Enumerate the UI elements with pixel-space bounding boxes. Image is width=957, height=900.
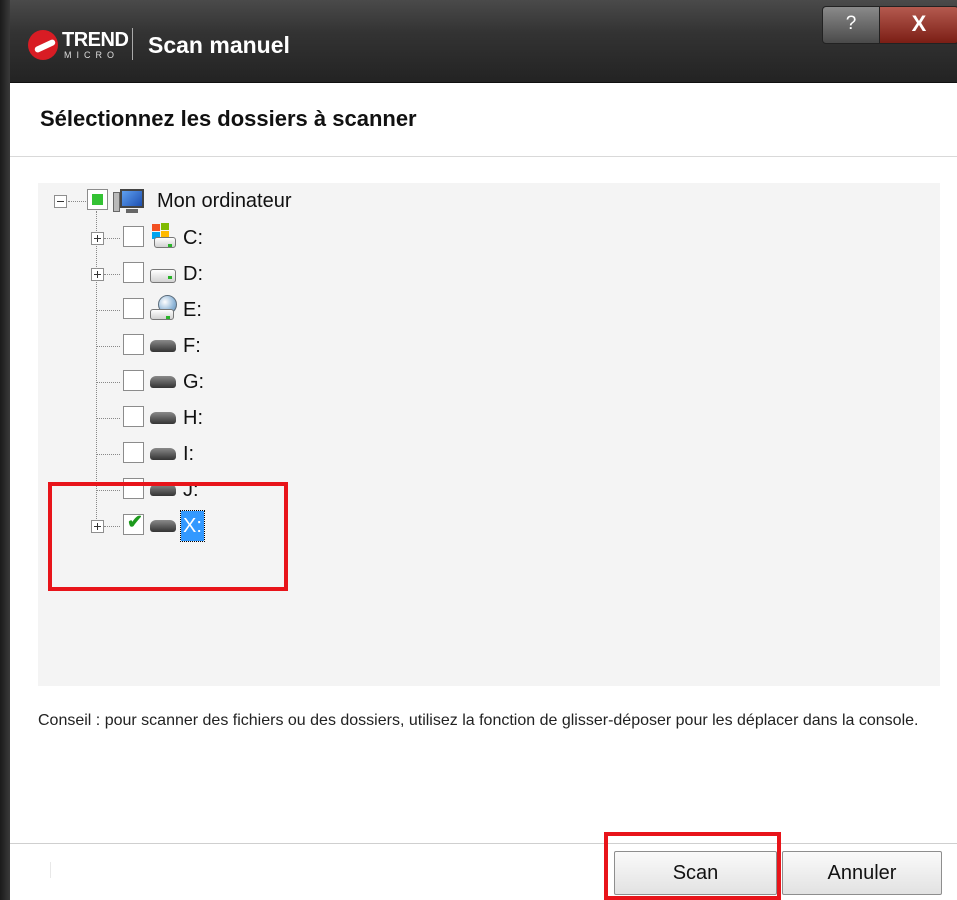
- cancel-button[interactable]: Annuler: [782, 851, 942, 895]
- window-frame-left: [0, 0, 10, 900]
- tree-item-drive-e[interactable]: E:: [38, 295, 258, 325]
- trend-micro-logo-icon: [28, 30, 58, 60]
- tree-item-label: E:: [183, 299, 202, 321]
- brand-subname: MICRO: [64, 50, 119, 60]
- collapse-toggle-icon[interactable]: [54, 195, 67, 208]
- tree-item-drive-g[interactable]: G:: [38, 367, 258, 397]
- removable-drive-icon: [150, 412, 176, 424]
- hard-drive-base-icon: [154, 237, 176, 248]
- checkbox-drive-e[interactable]: [123, 298, 144, 319]
- removable-drive-icon: [150, 376, 176, 388]
- highlight-box-drive-x: [48, 482, 288, 591]
- checkbox-drive-c[interactable]: [123, 226, 144, 247]
- footer-divider: [10, 843, 957, 844]
- removable-drive-icon: [150, 340, 176, 352]
- tree-item-drive-c[interactable]: C:: [38, 223, 258, 253]
- network-drive-base-icon: [150, 309, 174, 320]
- checkbox-mon-ordinateur[interactable]: [87, 189, 108, 210]
- tree-item-label: Mon ordinateur: [157, 190, 292, 212]
- checkbox-drive-d[interactable]: [123, 262, 144, 283]
- folder-tree[interactable]: Mon ordinateur C: D: E: F: G: H: I: J: ✔…: [38, 183, 940, 686]
- expand-toggle-icon[interactable]: [91, 232, 104, 245]
- brand-name: TREND: [62, 29, 129, 51]
- checkbox-drive-f[interactable]: [123, 334, 144, 355]
- tree-item-drive-f[interactable]: F:: [38, 331, 258, 361]
- checkbox-drive-h[interactable]: [123, 406, 144, 427]
- tree-item-label: D:: [183, 263, 203, 285]
- removable-drive-icon: [150, 448, 176, 460]
- tree-item-label: H:: [183, 407, 203, 429]
- computer-tower-icon: [113, 192, 120, 212]
- tip-text: Conseil : pour scanner des fichiers ou d…: [38, 712, 919, 729]
- title-bar[interactable]: TREND MICRO Scan manuel ? X: [10, 0, 957, 83]
- close-button[interactable]: X: [879, 6, 957, 44]
- tree-item-label: C:: [183, 227, 203, 249]
- help-button[interactable]: ?: [822, 6, 880, 44]
- page-title: Sélectionnez les dossiers à scanner: [40, 106, 417, 131]
- tree-item-label: G:: [183, 371, 205, 393]
- checkbox-drive-g[interactable]: [123, 370, 144, 391]
- tree-item-drive-d[interactable]: D:: [38, 259, 258, 289]
- computer-icon: [120, 189, 144, 208]
- tree-item-label: I:: [183, 443, 195, 465]
- checkbox-drive-i[interactable]: [123, 442, 144, 463]
- divider: [10, 156, 957, 157]
- hard-drive-icon: [150, 269, 176, 283]
- window-title: Scan manuel: [148, 32, 290, 58]
- footer-marker: [50, 862, 51, 878]
- title-separator: [132, 28, 133, 60]
- tree-item-mon-ordinateur[interactable]: Mon ordinateur: [38, 186, 358, 216]
- highlight-box-scan-button: [604, 832, 781, 900]
- tree-item-label: F:: [183, 335, 201, 357]
- expand-toggle-icon[interactable]: [91, 268, 104, 281]
- tree-item-drive-i[interactable]: I:: [38, 439, 258, 469]
- tree-item-drive-h[interactable]: H:: [38, 403, 258, 433]
